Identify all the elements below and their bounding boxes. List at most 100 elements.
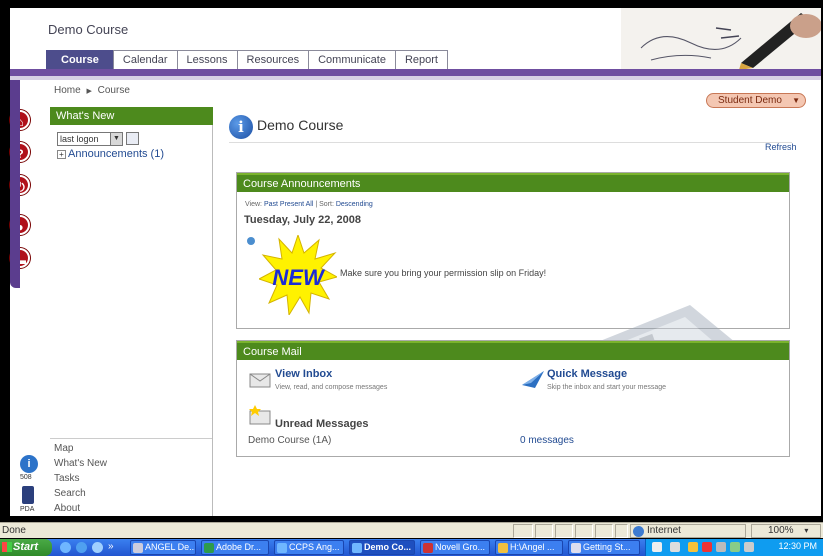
taskbar-item[interactable]: CCPS Ang... [274,540,344,555]
link-about[interactable]: About [54,503,212,518]
desktop-quicklaunch-icon[interactable] [92,542,103,553]
zone-label: Internet [647,525,681,536]
whats-new-title: What's New [50,107,213,125]
link-tasks[interactable]: Tasks [54,473,212,488]
panel-splitter[interactable] [213,107,219,516]
course-mail-panel: Course Mail View Inbox View, read, and c… [236,340,790,457]
title-divider [229,142,792,143]
taskbar-item[interactable]: Getting St... [568,540,640,555]
zoom-value: 100% [768,525,794,536]
view-inbox-link[interactable]: View Inbox [275,368,332,380]
announcements-link[interactable]: Announcements (1) [68,148,164,160]
chevron-down-icon: ▼ [792,96,800,105]
status-cell [575,524,593,538]
envelope-icon [249,373,271,388]
unread-course-name: Demo Course (1A) [248,435,332,446]
sync-tray-icon[interactable] [730,542,740,552]
tab-report[interactable]: Report [394,50,448,70]
whats-new-filter-select[interactable]: last logon ▼ [57,132,123,146]
user-name: Student Demo [718,95,782,106]
tab-lessons[interactable]: Lessons [176,50,238,70]
security-tray-icon[interactable] [702,542,712,552]
announcements-tree-item[interactable]: + Announcements (1) [57,148,164,160]
label-pda: PDA [20,506,35,513]
course-tabs: Course Calendar Lessons Resources Commun… [46,50,448,70]
zoom-control[interactable]: 100% ▾ [751,524,821,538]
breadcrumb-current: Course [97,85,130,96]
windows-taskbar: Start » ANGEL De... Adobe Dr... CCPS Ang… [0,539,823,556]
announcement-view-options: View: Past Present All | Sort: Descendin… [245,201,373,208]
status-cell [615,524,628,538]
view-all-link[interactable]: All [306,201,314,208]
pen-and-paper-banner-image [621,8,821,70]
calendar-picker-icon[interactable] [126,132,139,145]
view-inbox-description: View, read, and compose messages [275,384,388,391]
taskbar-item[interactable]: H:\Angel ... [495,540,563,555]
taskbar-item[interactable]: Adobe Dr... [201,540,269,555]
taskbar-item-active[interactable]: Demo Co... [349,540,415,555]
label-508: 508 [20,474,32,481]
clock[interactable]: 12:30 PM [778,541,817,551]
window-icon [133,543,143,553]
quick-message-description: Skip the inbox and start your message [547,384,667,391]
ie-icon [277,543,287,553]
page-title: Demo Course [257,117,344,133]
expand-plus-icon[interactable]: + [57,149,66,159]
calendar-tray-icon[interactable] [744,542,754,552]
help-tray-icon[interactable] [652,542,662,552]
link-map[interactable]: Map [54,443,212,458]
announcement-date: Tuesday, July 22, 2008 [244,214,361,226]
breadcrumb: Home ▶ Course [54,85,130,96]
dropdown-arrow-icon: ▼ [110,133,122,145]
tab-resources[interactable]: Resources [236,50,310,70]
status-cell [595,524,613,538]
pda-icon[interactable] [22,486,34,504]
course-announcements-panel: Course Announcements View: Past Present … [236,172,790,329]
taskbar-item[interactable]: ANGEL De... [130,540,196,555]
filter-value: last logon [60,134,99,144]
status-cell [555,524,573,538]
tab-course[interactable]: Course [46,50,114,70]
system-tray: 12:30 PM [645,539,823,556]
quick-message-link[interactable]: Quick Message [547,368,627,380]
view-present-link[interactable]: Present [280,201,304,208]
globe-bullet-icon [247,237,255,245]
link-whats-new[interactable]: What's New [54,458,212,473]
unread-messages-heading: Unread Messages [275,418,369,430]
folder-icon [498,543,508,553]
security-zone[interactable]: Internet [630,524,746,538]
breadcrumb-home[interactable]: Home [54,85,81,96]
ie-icon [352,543,362,553]
rail-purple-accent [10,80,20,288]
mail-panel-title: Course Mail [237,341,789,360]
browser-status-bar: Done Internet 100% ▾ [0,522,823,538]
browser-quicklaunch-icon[interactable] [76,542,87,553]
taskbar-item[interactable]: Novell Gro... [420,540,490,555]
start-button[interactable]: Start [0,539,52,556]
dreamweaver-icon [204,543,214,553]
alert-tray-icon[interactable] [688,542,698,552]
document-icon [571,543,581,553]
refresh-link[interactable]: Refresh [765,142,797,152]
left-footer-links: Map What's New Tasks Search About [50,438,212,516]
link-search[interactable]: Search [54,488,212,503]
sort-descending-link[interactable]: Descending [336,201,373,208]
course-header: Demo Course Course Calendar Lessons Reso… [10,8,821,80]
header-divider [10,69,821,76]
user-menu-button[interactable]: Student Demo ▼ [706,93,806,108]
tab-calendar[interactable]: Calendar [112,50,178,70]
status-text: Done [2,525,26,536]
announcement-message: Make sure you bring your permission slip… [340,268,547,278]
network-tray-icon[interactable] [670,542,680,552]
more-quicklaunch-icon[interactable]: » [108,541,114,552]
tab-communicate[interactable]: Communicate [308,50,396,70]
accessibility-info-icon[interactable]: i [20,455,38,473]
volume-tray-icon[interactable] [716,542,726,552]
ie-quicklaunch-icon[interactable] [60,542,71,553]
info-circle-icon: i [229,115,253,139]
view-past-link[interactable]: Past [264,201,278,208]
unread-envelope-star-icon [249,405,271,425]
unread-count-link[interactable]: 0 messages [520,435,574,446]
breadcrumb-separator: ▶ [86,88,92,95]
view-prefix: View: [245,201,262,208]
